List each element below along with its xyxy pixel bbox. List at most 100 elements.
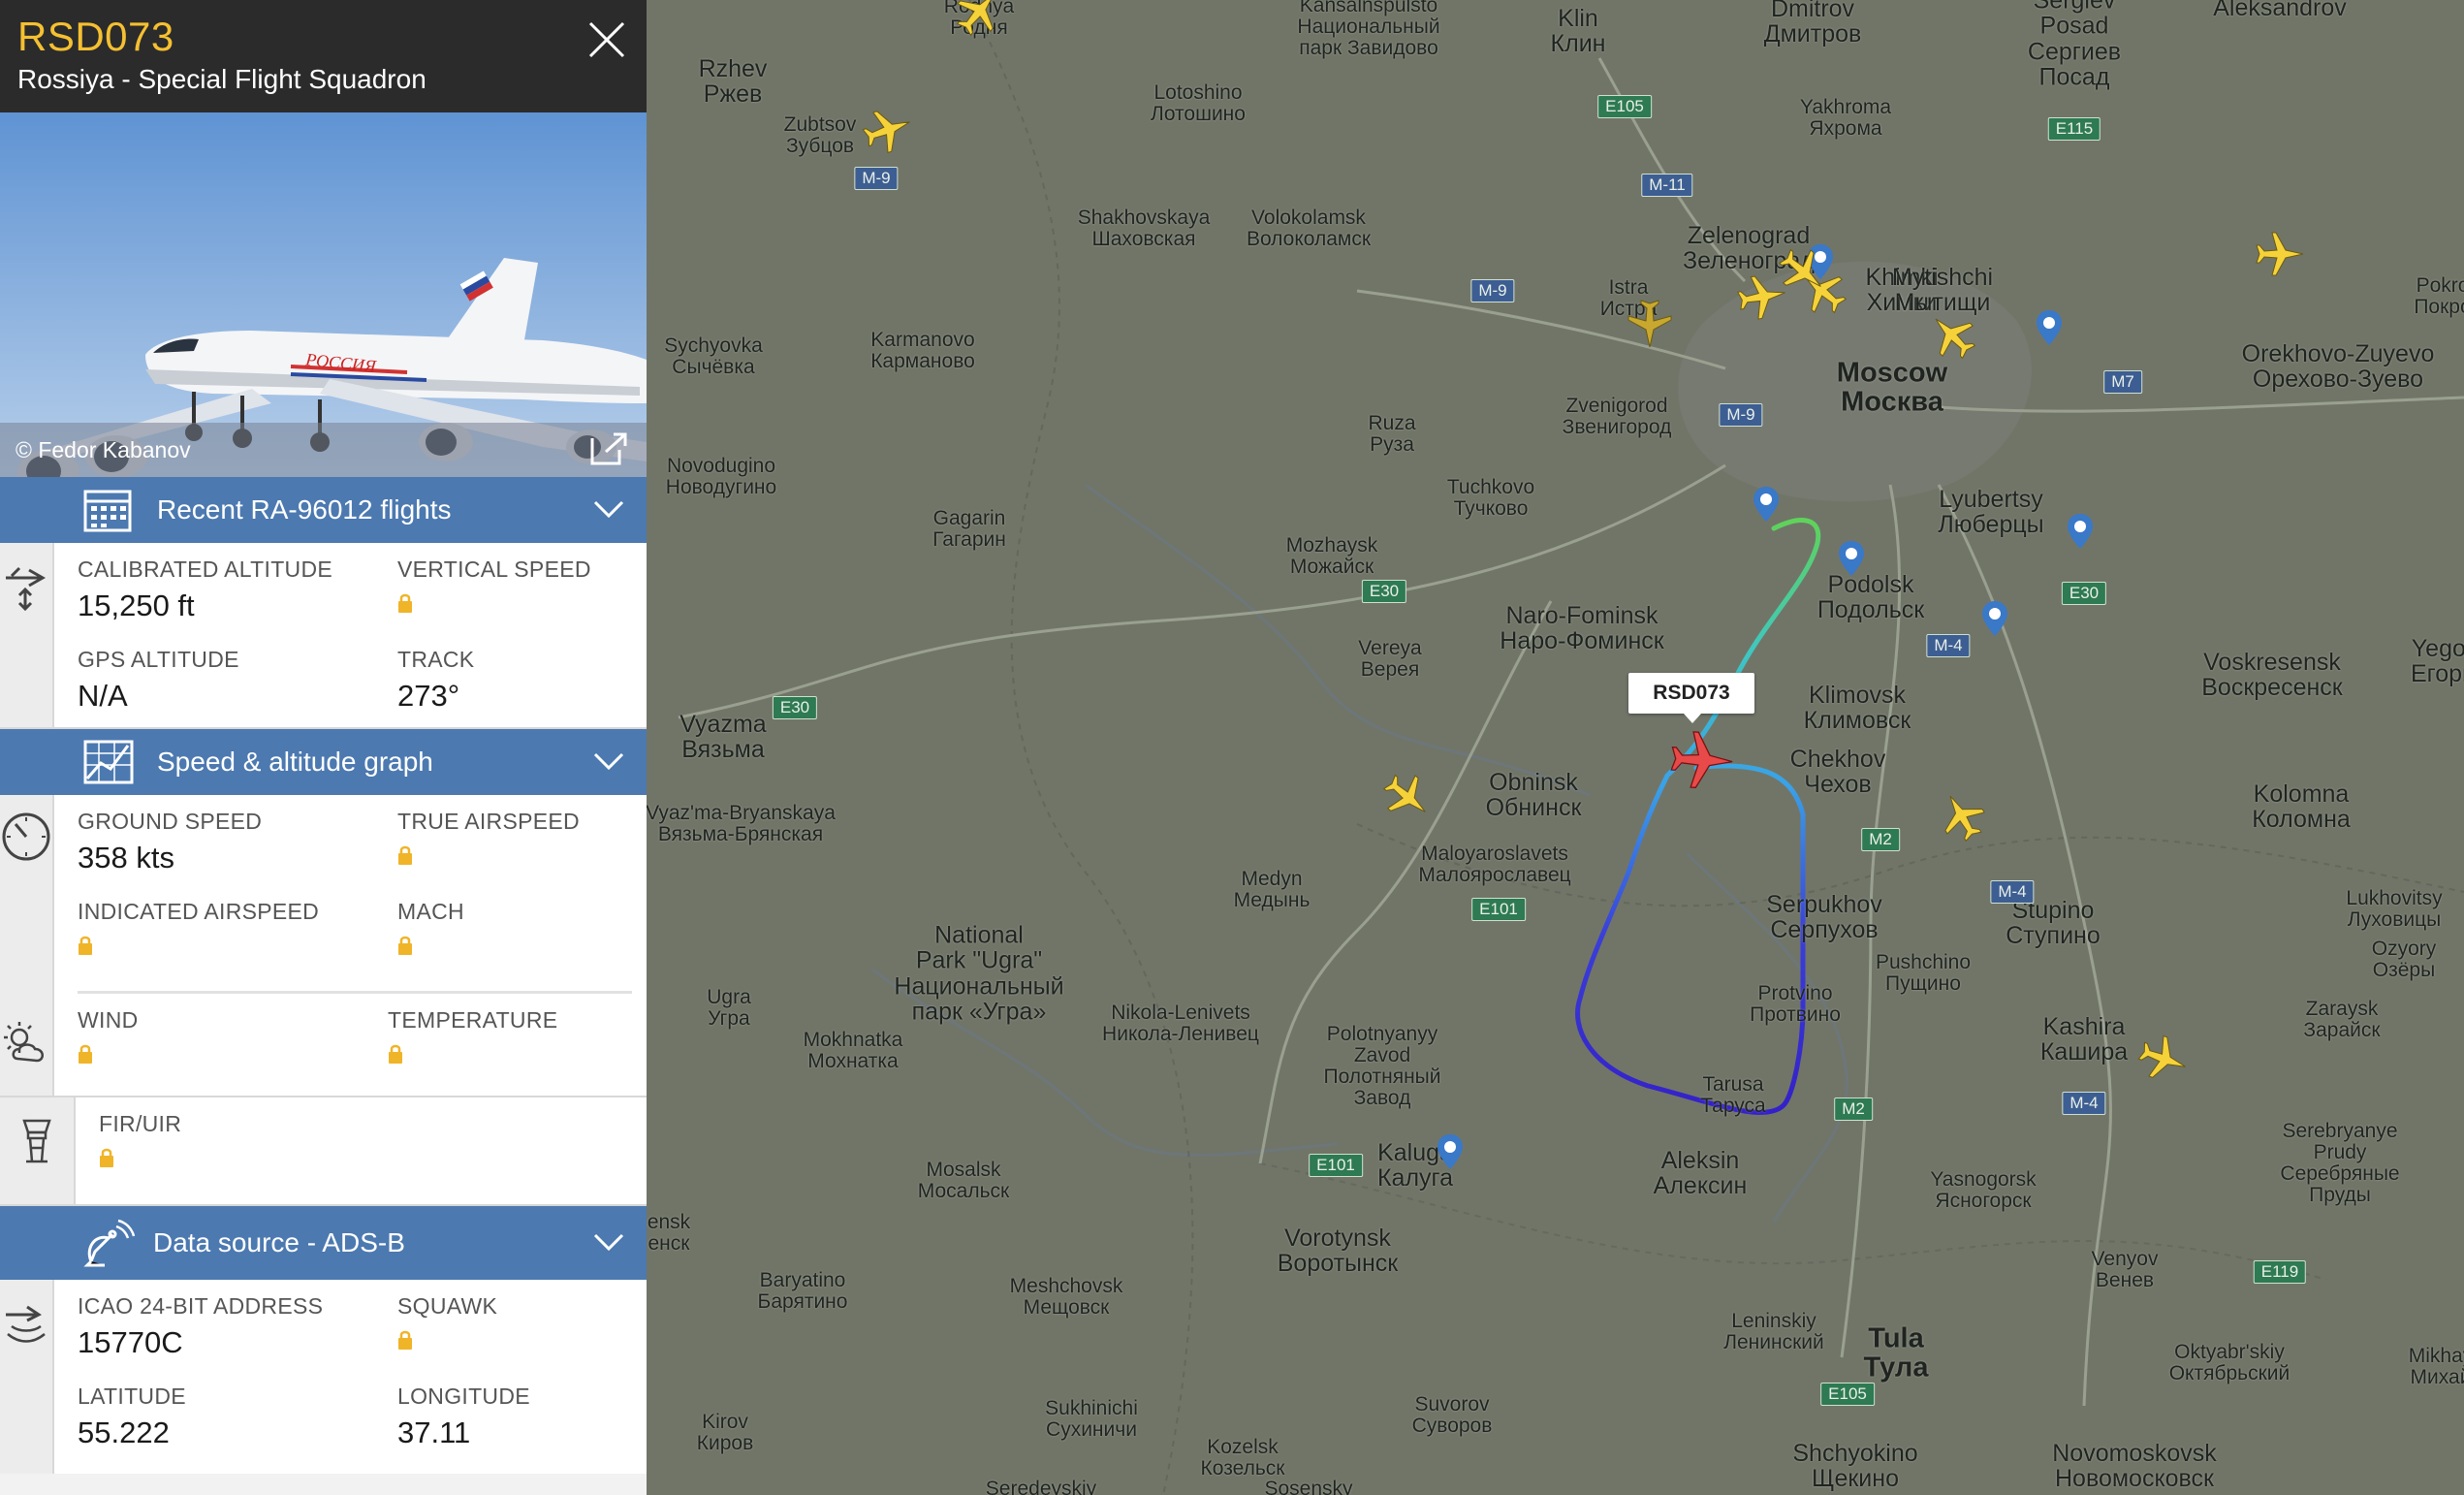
lock-icon[interactable] xyxy=(388,1043,403,1065)
map-city-label: Karmanovo Карманово xyxy=(870,328,975,372)
map-city-label: Baryatino Барятино xyxy=(757,1268,848,1313)
road-shield: M2 xyxy=(1861,828,1900,851)
map-city-label: Meshchovsk Мещовск xyxy=(1009,1274,1123,1319)
speed-altitude-graph-section[interactable]: Speed & altitude graph xyxy=(0,729,647,795)
map-city-label: MikhayМихай xyxy=(2408,1344,2464,1388)
icao-address-label: ICAO 24-BIT ADDRESS xyxy=(78,1293,324,1319)
panel-header: RSD073 Rossiya - Special Flight Squadron xyxy=(0,0,647,112)
road-shield: E101 xyxy=(1471,898,1526,921)
aircraft-icon[interactable] xyxy=(1923,306,1981,365)
map-city-label: Polotnyanyy Zavod Полотняный Завод xyxy=(1323,1022,1441,1110)
map-city-label: Voskresensk Воскресенск xyxy=(2201,648,2343,701)
lock-icon[interactable] xyxy=(397,592,413,614)
altitude-block: CALIBRATED ALTITUDE 15,250 ft VERTICAL SP… xyxy=(0,543,647,729)
road-shield: M-9 xyxy=(1719,403,1763,427)
altitude-icon xyxy=(6,566,47,611)
calibrated-altitude-label: CALIBRATED ALTITUDE xyxy=(78,557,333,582)
vertical-speed-label: VERTICAL SPEED xyxy=(397,557,591,582)
map-city-label: Yakhroma Яхрома xyxy=(1799,95,1892,140)
map-city-label: Zvenigorod Звенигород xyxy=(1562,394,1672,438)
road-shield: E105 xyxy=(1820,1383,1875,1406)
calendar-icon xyxy=(83,490,132,532)
close-icon[interactable] xyxy=(586,19,627,60)
control-tower-icon xyxy=(22,1119,51,1163)
map-city-label: Moscow Москва xyxy=(1836,357,1948,418)
airline-name: Rossiya - Special Flight Squadron xyxy=(17,64,426,94)
adsb-block: ICAO 24-BIT ADDRESS 15770C SQUAWK LATITUD… xyxy=(0,1280,647,1474)
chevron-down-icon xyxy=(593,1233,624,1252)
road-shield: E101 xyxy=(1309,1154,1363,1177)
map-city-label: Mokhnatka Мохнатка xyxy=(803,1028,903,1072)
map-city-label: Vyaz'ma-Bryanskaya Вязьма-Брянская xyxy=(646,801,836,845)
map-city-label: Kozelsk Козельск xyxy=(1200,1435,1285,1479)
map-city-label: Serebryanye Prudy Серебряные Пруды xyxy=(2280,1119,2400,1207)
map-city-label: Sukhinichi Сухиничи xyxy=(1045,1396,1138,1441)
aircraft-icon[interactable] xyxy=(2251,225,2309,283)
ground-speed-value: 358 kts xyxy=(78,841,174,875)
map-city-label: Rzhev Ржев xyxy=(698,54,768,108)
ground-speed-label: GROUND SPEED xyxy=(78,809,263,834)
selected-aircraft-icon[interactable] xyxy=(1664,722,1740,798)
aircraft-icon[interactable] xyxy=(859,101,917,159)
map-city-label: Vyazma Вязьма xyxy=(679,710,767,763)
aircraft-icon[interactable] xyxy=(1378,768,1437,826)
map-city-label: Yasnogorsk Ясногорск xyxy=(1930,1167,2037,1212)
speed-graph-label: Speed & altitude graph xyxy=(157,747,433,777)
road-shield: E30 xyxy=(772,696,818,719)
road-shield: M-4 xyxy=(2062,1092,2106,1115)
airport-pin-icon[interactable] xyxy=(2036,310,2063,345)
gps-altitude-value: N/A xyxy=(78,679,128,713)
map-city-label: Mosalsk Мосальск xyxy=(917,1158,1010,1202)
map-city-label: Protvino Протвино xyxy=(1750,981,1841,1026)
aircraft-icon[interactable] xyxy=(1933,787,1991,845)
lock-icon[interactable] xyxy=(99,1147,114,1168)
recent-flights-section[interactable]: Recent RA-96012 flights xyxy=(0,477,647,543)
map-city-label: Suvorov Суворов xyxy=(1411,1392,1493,1437)
flight-callout[interactable]: RSD073 xyxy=(1628,673,1754,723)
road-shield: E115 xyxy=(2047,117,2101,141)
aircraft-icon[interactable] xyxy=(1774,242,1832,301)
aircraft-icon[interactable] xyxy=(2134,1030,2193,1088)
map-city-label: Tula Тула xyxy=(1863,1322,1929,1384)
map-city-label: Volokolamsk Волоколамск xyxy=(1246,206,1372,250)
map-city-label: Shakhovskaya Шаховская xyxy=(1077,206,1211,250)
speed-block: GROUND SPEED 358 kts TRUE AIRSPEED INDICA… xyxy=(0,795,647,1097)
map-city-label: Lyubertsy Люберцы xyxy=(1938,485,2044,538)
lock-icon[interactable] xyxy=(78,935,93,956)
road-shield: M-9 xyxy=(1470,279,1515,302)
airport-pin-icon[interactable] xyxy=(2067,514,2094,549)
map-city-label: Mozhaysk Можайск xyxy=(1285,533,1378,578)
aircraft-icon[interactable] xyxy=(950,0,1008,41)
latitude-label: LATITUDE xyxy=(78,1384,186,1409)
true-airspeed-label: TRUE AIRSPEED xyxy=(397,809,580,834)
airport-pin-icon[interactable] xyxy=(1753,487,1780,522)
map-city-label: Maloyaroslavets Малоярославец xyxy=(1418,842,1571,886)
gps-altitude-label: GPS ALTITUDE xyxy=(78,647,239,672)
map-city-label: Venyov Венев xyxy=(2091,1247,2159,1291)
lock-icon[interactable] xyxy=(78,1043,93,1065)
airport-pin-icon[interactable] xyxy=(1437,1134,1464,1169)
road-shield: M-11 xyxy=(1641,174,1693,197)
map-city-label: Sosensky xyxy=(1264,1477,1353,1495)
airport-pin-icon[interactable] xyxy=(1981,601,2008,636)
longitude-value: 37.11 xyxy=(397,1415,471,1449)
map-city-label: Klimovsk Климовск xyxy=(1803,681,1911,734)
map-city-label: Aleksin Алексин xyxy=(1653,1146,1748,1199)
aircraft-photo[interactable]: РОССИЯ © Fedor Kabanov xyxy=(0,112,647,477)
lock-icon[interactable] xyxy=(397,1329,413,1351)
flight-info-panel: RSD073 Rossiya - Special Flight Squadron… xyxy=(0,0,647,1495)
lock-icon[interactable] xyxy=(397,844,413,866)
aircraft-icon[interactable] xyxy=(1621,295,1679,353)
road-shield: E30 xyxy=(1361,580,1407,603)
airport-pin-icon[interactable] xyxy=(1838,541,1865,576)
open-external-icon[interactable] xyxy=(588,430,629,467)
map-city-label: Kolomna Коломна xyxy=(2252,779,2351,833)
map-city-label: Zubtsov Зубцов xyxy=(783,112,857,157)
calibrated-altitude-value: 15,250 ft xyxy=(78,588,195,622)
map-city-label: National Park "Ugra" Национальный парк «Угр… xyxy=(894,921,1064,1026)
lock-icon[interactable] xyxy=(397,935,413,956)
data-source-section[interactable]: Data source - ADS-B xyxy=(0,1206,647,1280)
wind-label: WIND xyxy=(78,1007,139,1033)
chevron-down-icon xyxy=(593,500,624,519)
map-city-label: Novodugino Новодугино xyxy=(665,454,777,498)
